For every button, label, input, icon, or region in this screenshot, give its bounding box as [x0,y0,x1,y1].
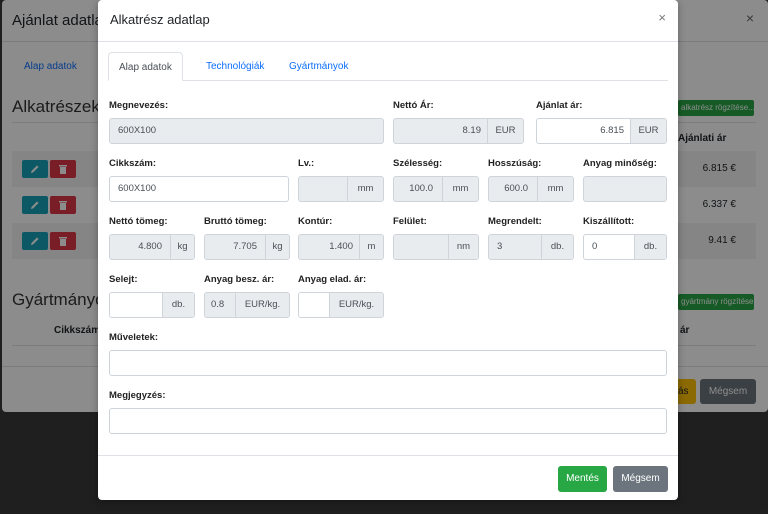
tab-basic-data[interactable]: Alap adatok [108,52,183,81]
gross-weight-field[interactable]: 7.705 kg [204,234,290,260]
ordered-field[interactable]: 3 db. [488,234,574,260]
surface-field[interactable]: nm [393,234,479,260]
ordered-label: Megrendelt: [488,216,542,227]
net-weight-field[interactable]: 4.800 kg [109,234,195,260]
modal-footer-divider [98,455,678,456]
lv-label: Lv.: [298,158,315,169]
delivered-field[interactable]: 0 db. [583,234,667,260]
width-label: Szélesség: [393,158,443,169]
notes-field[interactable] [109,408,667,434]
offer-price-field[interactable]: 6.815 EUR [536,118,667,144]
save-button[interactable]: Mentés [558,466,607,492]
code-label: Cikkszám: [109,158,156,169]
notes-label: Megjegyzés: [109,390,166,401]
net-weight-label: Nettó tömeg: [109,216,168,227]
scrap-field[interactable]: db. [109,292,195,318]
net-price-label: Nettó Ár: [393,100,434,111]
length-field[interactable]: 600.0 mm [488,176,574,202]
delivered-label: Kiszállított: [583,216,635,227]
length-label: Hosszúság: [488,158,542,169]
modal-title: Alkatrész adatlap [110,12,210,27]
surface-label: Felület: [393,216,427,227]
lv-field[interactable]: mm [298,176,384,202]
modal-header-divider [98,41,678,42]
offer-price-label: Ajánlat ár: [536,100,583,111]
width-field[interactable]: 100.0 mm [393,176,479,202]
gross-weight-label: Bruttó tömeg: [204,216,267,227]
contour-label: Kontúr: [298,216,333,227]
name-label: Megnevezés: [109,100,169,111]
material-sell-price-label: Anyag elad. ár: [298,274,367,285]
cancel-button[interactable]: Mégsem [613,466,668,492]
name-field[interactable]: 600X100 [109,118,384,144]
close-icon[interactable]: × [658,10,666,25]
code-field[interactable]: 600X100 [109,176,289,202]
part-details-modal: Alkatrész adatlap × Alap adatok Technoló… [98,0,678,500]
operations-field[interactable] [109,350,667,376]
tab-products[interactable]: Gyártmányok [279,52,358,81]
net-price-field[interactable]: 8.19 EUR [393,118,524,144]
contour-field[interactable]: 1.400 m [298,234,384,260]
tab-bar: Alap adatok Technológiák Gyártmányok [108,52,668,81]
material-field[interactable] [583,176,667,202]
material-sell-price-field[interactable]: EUR/kg. [298,292,384,318]
operations-label: Műveletek: [109,332,159,343]
scrap-label: Selejt: [109,274,138,285]
material-buy-price-field[interactable]: 0.8 EUR/kg. [204,292,290,318]
tab-technologies[interactable]: Technológiák [196,52,274,81]
material-buy-price-label: Anyag besz. ár: [204,274,275,285]
material-label: Anyag minőség: [583,158,657,169]
